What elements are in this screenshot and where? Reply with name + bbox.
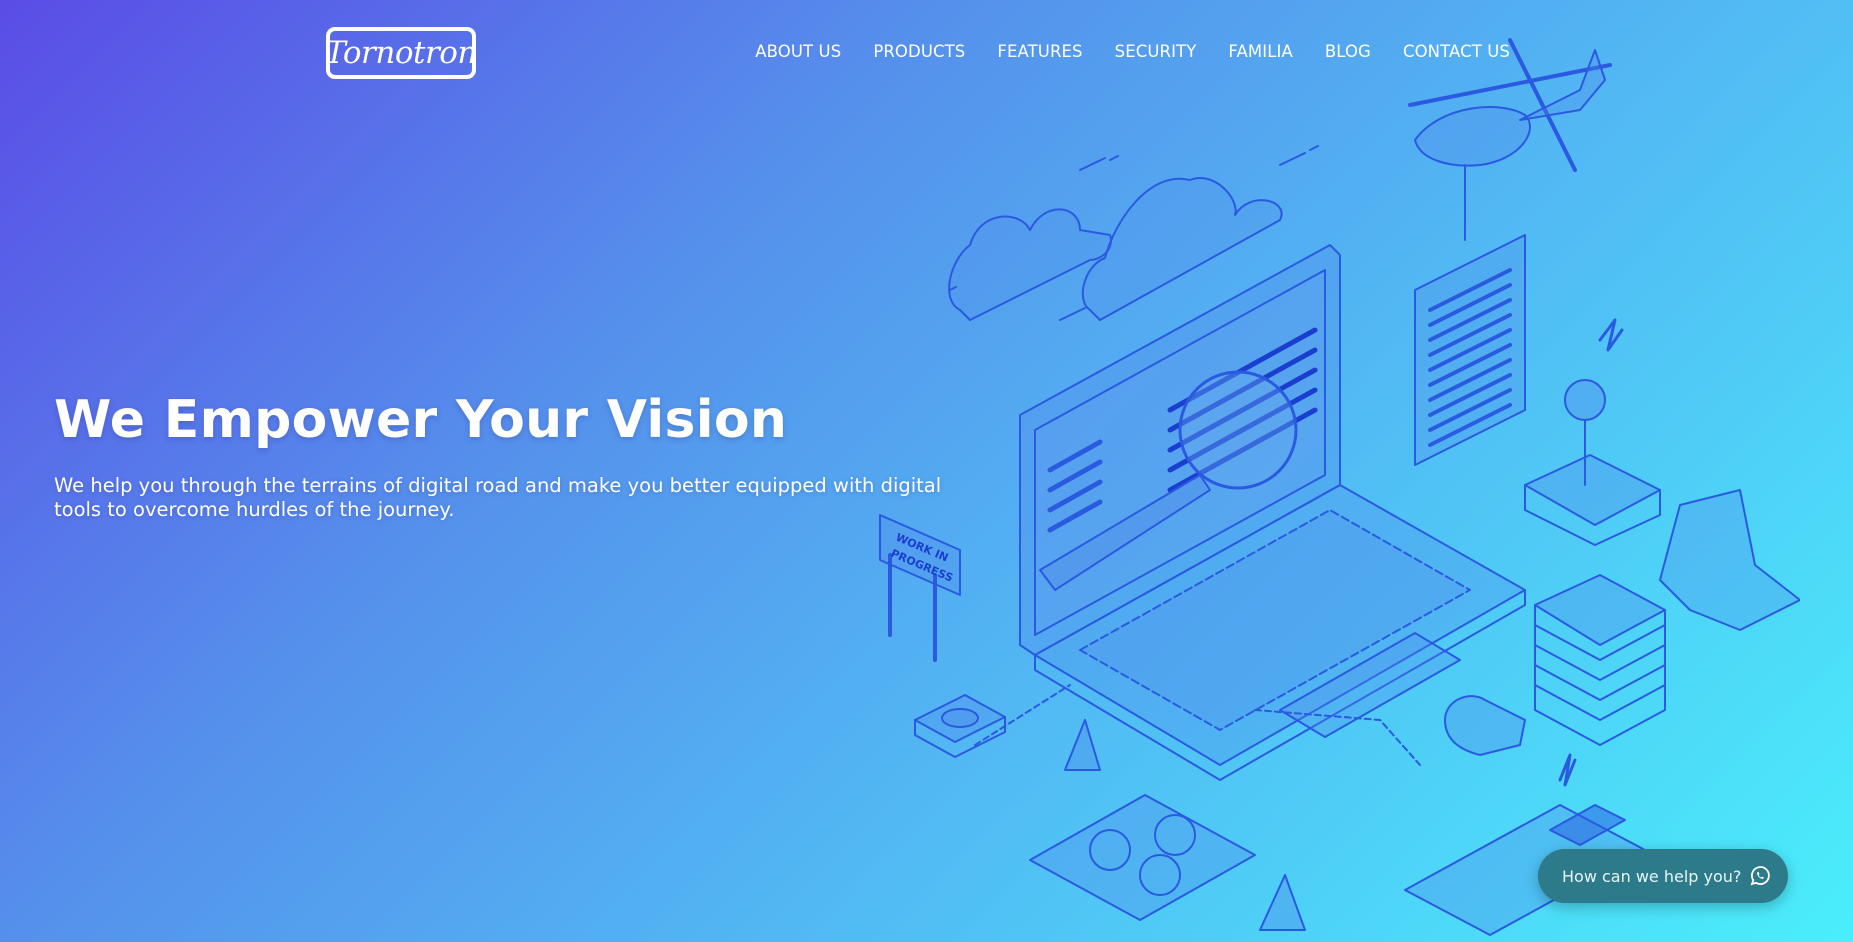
traffic-cone-icon bbox=[1064, 719, 1101, 771]
plug-icon bbox=[1444, 695, 1526, 756]
help-chat-label: How can we help you? bbox=[1562, 866, 1742, 886]
nav-about-us[interactable]: ABOUT US bbox=[755, 42, 841, 61]
isometric-tech-illustration: WORK IN PROGRESS bbox=[879, 38, 1800, 936]
bulldozer-icon bbox=[1659, 489, 1800, 631]
gears-panel-icon bbox=[1029, 794, 1256, 921]
helicopter-icon bbox=[1408, 38, 1612, 241]
server-icon bbox=[1534, 574, 1666, 746]
hero-subtitle: We help you through the terrains of digi… bbox=[54, 474, 942, 521]
hero-title: We Empower Your Vision bbox=[54, 390, 788, 450]
document-panel-icon bbox=[1414, 234, 1526, 466]
help-chat-widget[interactable]: How can we help you? bbox=[1538, 849, 1788, 903]
whatsapp-icon bbox=[1750, 866, 1770, 886]
magnifier-icon bbox=[1178, 370, 1298, 490]
lightning-icon bbox=[1558, 753, 1577, 787]
joystick-icon bbox=[1524, 379, 1661, 546]
brand-logo[interactable]: Tornotron bbox=[325, 27, 477, 79]
lightning-icon bbox=[1598, 318, 1624, 352]
work-in-progress-sign-icon: WORK IN PROGRESS bbox=[879, 514, 961, 662]
traffic-cone-icon bbox=[1259, 874, 1306, 931]
button-box-icon bbox=[914, 694, 1006, 758]
